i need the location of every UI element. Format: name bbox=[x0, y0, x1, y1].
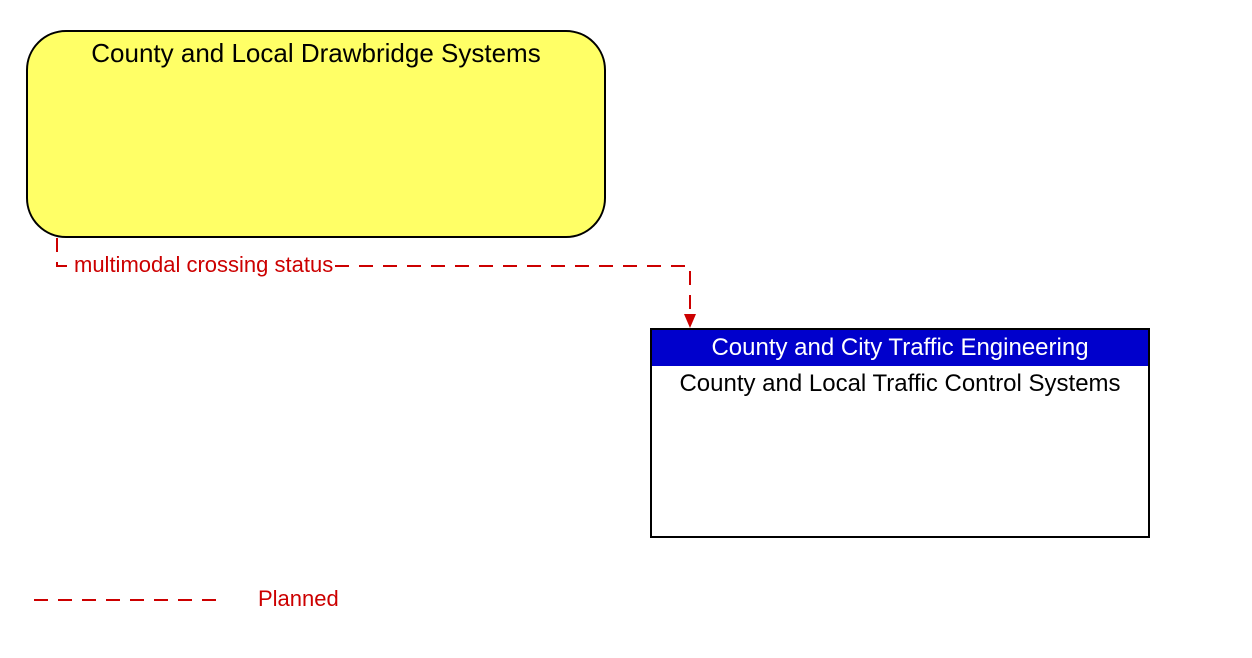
node-traffic-header: County and City Traffic Engineering bbox=[652, 330, 1148, 366]
flow-arrowhead bbox=[684, 314, 696, 328]
node-drawbridge-systems: County and Local Drawbridge Systems bbox=[26, 30, 606, 238]
flow-segment-right bbox=[335, 266, 690, 316]
node-traffic-control: County and City Traffic Engineering Coun… bbox=[650, 328, 1150, 538]
node-traffic-body: County and Local Traffic Control Systems bbox=[652, 366, 1148, 402]
legend-label-planned: Planned bbox=[258, 586, 339, 612]
flow-label-multimodal: multimodal crossing status bbox=[74, 252, 333, 278]
node-drawbridge-title: County and Local Drawbridge Systems bbox=[28, 32, 604, 69]
flow-segment-left bbox=[57, 238, 72, 266]
